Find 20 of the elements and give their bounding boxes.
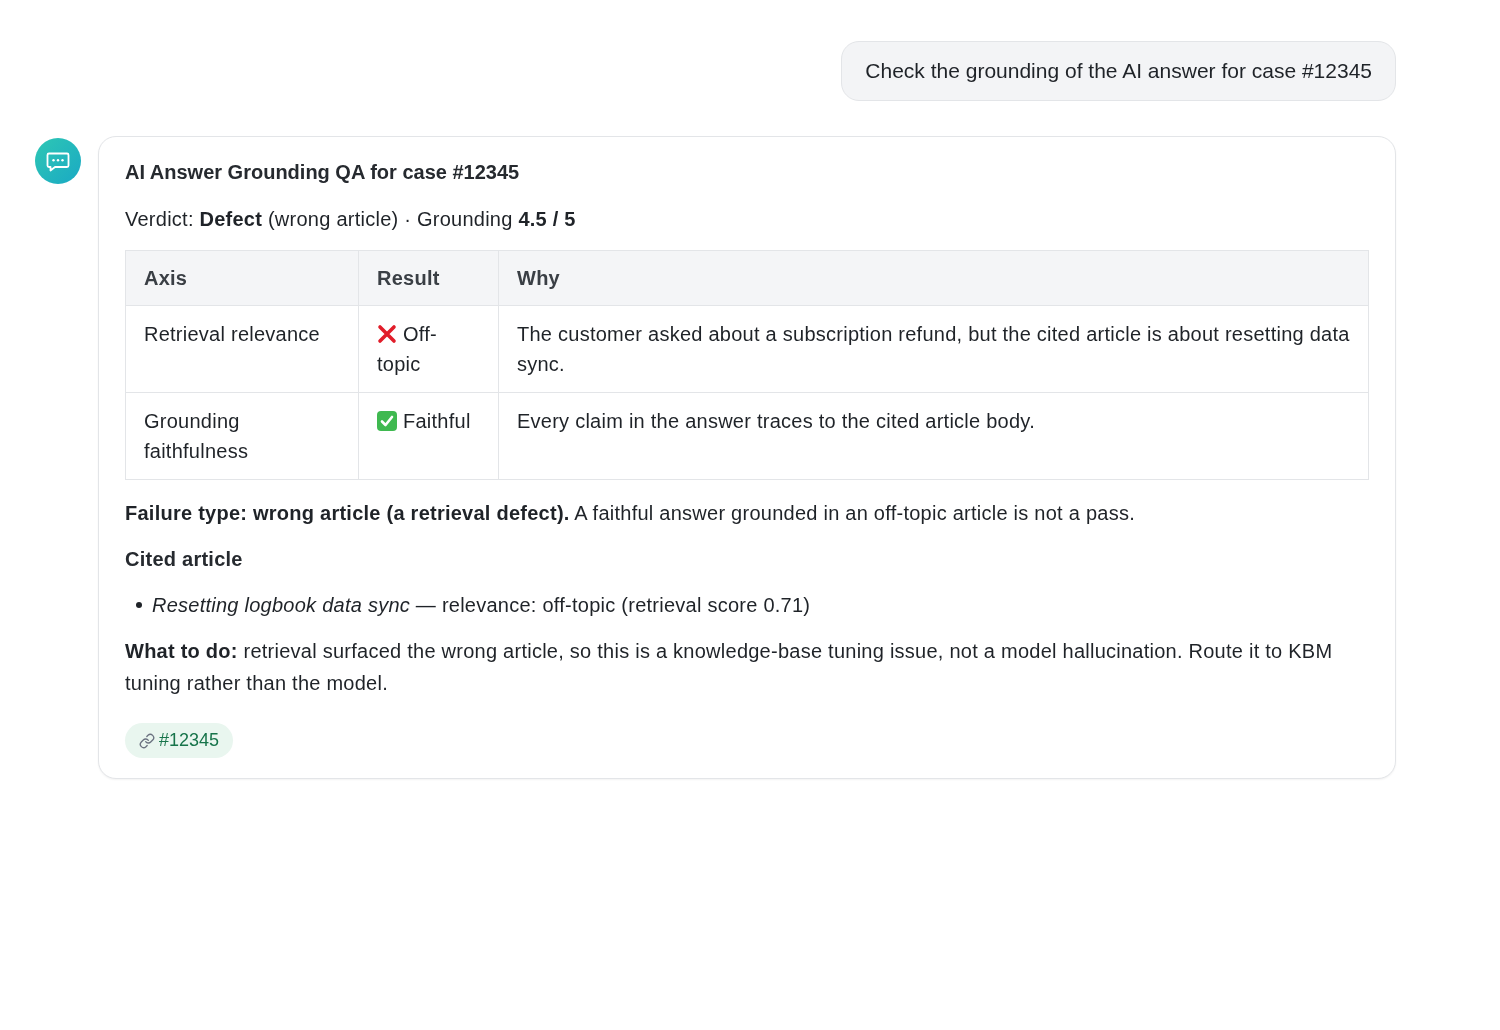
section-heading: Cited article xyxy=(125,547,243,572)
link-icon xyxy=(139,732,155,749)
case-link-chip[interactable]: #12345 xyxy=(125,723,234,758)
result-label: Off-topic xyxy=(377,323,437,375)
column-header: Result xyxy=(358,250,499,306)
user-message: Check the grounding of the AI answer for case #12345 xyxy=(841,41,1396,101)
column-header: Why xyxy=(498,250,1369,306)
table-cell: Grounding faithfulness xyxy=(125,392,359,480)
chat-bubble-icon xyxy=(35,138,81,184)
action-note: What to do: retrieval surfaced the wrong article, so this is a knowledge-base tuning issue, not a model hallucination. Route it to KBM tuning rather than the model. xyxy=(125,639,1334,696)
failure-note: Failure type: wrong article (a retrieval defect). A faithful answer grounded in an off-topic article is not a pass. xyxy=(125,501,1135,526)
table-cell: Retrieval relevance xyxy=(125,305,359,393)
cited-article-item: Resetting logbook data sync — relevance: off-topic (retrieval score 0.71) xyxy=(152,593,811,618)
table-cell: The customer asked about a subscription refund, but the cited article is about resetting data sync. xyxy=(498,305,1369,393)
table-cell: Every claim in the answer traces to the cited article body. xyxy=(498,392,1369,480)
bullet-icon xyxy=(136,602,142,608)
message-title: AI Answer Grounding QA for case #12345 xyxy=(125,160,520,185)
column-header: Axis xyxy=(125,250,359,306)
result-label: Faithful xyxy=(403,410,471,432)
verdict-text: Verdict: Defect (wrong article) · Grounding 4.5 / 5 xyxy=(125,207,576,232)
